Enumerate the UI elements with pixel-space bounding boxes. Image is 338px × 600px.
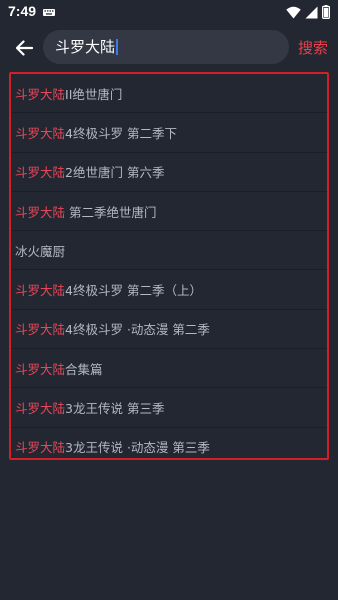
suggestion-item[interactable]: 斗罗大陆 合集篇 — [11, 349, 327, 389]
suggestion-text: 合集篇 — [65, 361, 103, 377]
wifi-icon — [286, 6, 301, 18]
suggestion-text: 3龙王传说 ·动态漫 第三季 — [65, 440, 210, 456]
search-header: 斗罗大陆 搜索 — [0, 28, 338, 66]
suggestion-item[interactable]: 冰火魔厨 — [11, 231, 327, 271]
suggestion-highlight: 斗罗大陆 — [15, 283, 66, 299]
keyboard-notification-icon — [43, 9, 55, 16]
suggestion-item[interactable]: 斗罗大陆 4终极斗罗 第二季下 — [11, 113, 327, 153]
suggestion-item[interactable]: 斗罗大陆 第二季绝世唐门 — [11, 192, 327, 232]
suggestion-item[interactable]: 斗罗大陆 4终极斗罗 第二季（上） — [11, 270, 327, 310]
search-input[interactable]: 斗罗大陆 — [43, 30, 289, 64]
suggestion-text: 4终极斗罗 第二季下 — [65, 125, 177, 141]
cellular-signal-icon — [305, 6, 318, 18]
suggestion-text: 第二季绝世唐门 — [65, 204, 157, 220]
suggestion-list: 斗罗大陆 II绝世唐门 斗罗大陆 4终极斗罗 第二季下 斗罗大陆 2绝世唐门 第六季 … — [9, 72, 329, 460]
suggestion-highlight: 斗罗大陆 — [15, 165, 66, 181]
suggestion-text: 4终极斗罗 第二季（上） — [65, 283, 202, 299]
text-caret — [116, 39, 119, 55]
search-button[interactable]: 搜索 — [298, 37, 328, 58]
suggestion-item[interactable]: 斗罗大陆 4终极斗罗 ·动态漫 第二季 — [11, 310, 327, 350]
suggestion-highlight: 斗罗大陆 — [15, 204, 66, 220]
back-arrow-icon — [15, 40, 33, 56]
back-button[interactable] — [10, 34, 38, 62]
status-time: 7:49 — [8, 3, 37, 19]
suggestion-highlight: 斗罗大陆 — [15, 125, 66, 141]
suggestion-highlight: 斗罗大陆 — [15, 401, 66, 417]
search-query-value: 斗罗大陆 — [55, 38, 116, 56]
suggestion-highlight: 斗罗大陆 — [15, 440, 66, 456]
suggestion-text: 3龙王传说 第三季 — [65, 401, 165, 417]
suggestion-text: 冰火魔厨 — [15, 243, 66, 259]
suggestion-highlight: 斗罗大陆 — [15, 361, 66, 377]
status-icons — [286, 5, 330, 19]
suggestion-highlight: 斗罗大陆 — [15, 322, 66, 338]
suggestion-item[interactable]: 斗罗大陆 2绝世唐门 第六季 — [11, 153, 327, 192]
suggestion-text: 2绝世唐门 第六季 — [65, 165, 165, 181]
suggestion-text: II绝世唐门 — [65, 86, 123, 102]
search-query-text: 斗罗大陆 — [55, 38, 119, 56]
suggestion-item[interactable]: 斗罗大陆 3龙王传说 ·动态漫 第三季 — [11, 428, 327, 458]
suggestion-text: 4终极斗罗 ·动态漫 第二季 — [65, 322, 210, 338]
suggestion-item[interactable]: 斗罗大陆 3龙王传说 第三季 — [11, 388, 327, 428]
suggestion-highlight: 斗罗大陆 — [15, 86, 66, 102]
suggestion-item[interactable]: 斗罗大陆 II绝世唐门 — [11, 74, 327, 114]
status-bar: 7:49 — [0, 0, 338, 26]
battery-icon — [322, 5, 330, 19]
